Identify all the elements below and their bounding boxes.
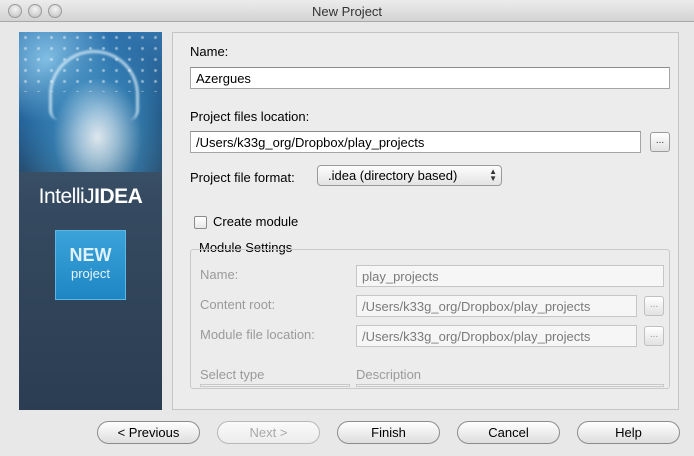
finish-button[interactable]: Finish <box>337 421 440 444</box>
previous-button[interactable]: < Previous <box>97 421 200 444</box>
project-location-label: Project files location: <box>190 109 310 124</box>
title-bar: New Project <box>0 0 694 22</box>
create-module-checkbox[interactable] <box>194 216 207 229</box>
project-file-format-value: .idea (directory based) <box>328 168 458 183</box>
badge-project-text: project <box>70 266 111 281</box>
project-location-input[interactable]: /Users/k33g_org/Dropbox/play_projects <box>190 131 641 153</box>
water-splash-image <box>19 32 162 172</box>
new-project-badge: NEW project <box>55 230 126 300</box>
project-file-format-label: Project file format: <box>190 170 295 185</box>
project-name-input[interactable]: Azergues <box>190 67 670 89</box>
description-label: Description <box>356 367 422 382</box>
content-root-input[interactable]: /Users/k33g_org/Dropbox/play_projects <box>356 295 637 317</box>
browse-content-root-button[interactable]: ... <box>644 296 664 316</box>
window-title: New Project <box>311 4 383 19</box>
project-file-format-select[interactable]: .idea (directory based) ▲ ▼ <box>317 165 502 186</box>
select-type-label: Select type <box>200 367 265 382</box>
project-name-label: Name: <box>190 44 229 59</box>
intellij-banner: IntelliJIDEA NEW project <box>19 32 162 410</box>
module-file-location-input[interactable]: /Users/k33g_org/Dropbox/play_projects <box>356 325 637 347</box>
module-name-label: Name: <box>200 267 239 282</box>
chevron-updown-icon: ▲ ▼ <box>489 167 497 183</box>
module-name-input[interactable]: play_projects <box>356 265 664 287</box>
module-file-location-label: Module file location: <box>200 327 315 342</box>
description-area <box>356 384 664 387</box>
select-type-list[interactable] <box>200 384 350 387</box>
brand-light-text: IntelliJ <box>38 185 95 208</box>
browse-location-button[interactable]: ... <box>650 132 670 152</box>
help-button[interactable]: Help <box>577 421 680 444</box>
intellij-idea-logo: IntelliJIDEA <box>19 185 162 209</box>
content-root-label: Content root: <box>200 297 276 312</box>
module-settings-group: Name: play_projects Content root: /Users… <box>190 249 670 389</box>
project-settings-panel: Name: Azergues Project files location: /… <box>172 32 679 410</box>
brand-bold-text: IDEA <box>94 185 143 208</box>
badge-new-text: NEW <box>69 245 112 265</box>
cancel-button[interactable]: Cancel <box>457 421 560 444</box>
next-button[interactable]: Next > <box>217 421 320 444</box>
browse-module-file-button[interactable]: ... <box>644 326 664 346</box>
create-module-label: Create module <box>213 214 299 229</box>
